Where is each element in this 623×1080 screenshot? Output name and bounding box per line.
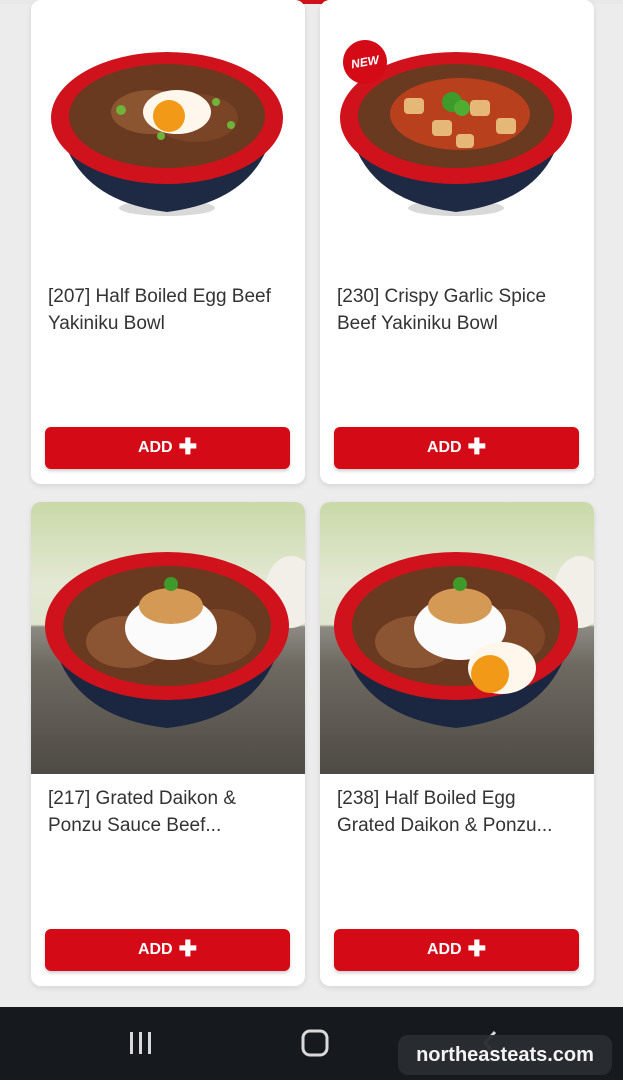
add-button-label: ADD <box>426 439 462 456</box>
add-button-label: ADD <box>137 439 173 456</box>
beef-bowl-image <box>51 52 283 216</box>
beef-bowl-image <box>45 552 305 728</box>
plus-icon: ✚ <box>467 936 487 961</box>
recent-apps-icon <box>130 1032 151 1054</box>
menu-item-title[interactable]: [207] Half Boiled Egg Beef Yakiniku Bowl <box>48 283 288 337</box>
add-button[interactable]: ADD ✚ <box>334 929 579 971</box>
menu-item-title[interactable]: [230] Crispy Garlic Spice Beef Yakiniku … <box>337 283 577 337</box>
watermark-label: northeasteats.com <box>398 1035 612 1075</box>
menu-item-card[interactable]: NEW [230] Crispy Garlic Spice Beef Yakin… <box>320 0 594 484</box>
menu-item-card[interactable]: [217] Grated Daikon & Ponzu Sauce Beef..… <box>31 502 305 986</box>
menu-item-image[interactable] <box>31 0 305 272</box>
menu-item-card[interactable]: [238] Half Boiled Egg Grated Daikon & Po… <box>320 502 594 986</box>
menu-item-title[interactable]: [238] Half Boiled Egg Grated Daikon & Po… <box>337 785 577 839</box>
add-button[interactable]: ADD ✚ <box>45 929 290 971</box>
menu-item-image[interactable] <box>31 502 305 774</box>
home-icon <box>301 1029 329 1057</box>
recent-apps-button[interactable] <box>118 1025 164 1061</box>
add-button[interactable]: ADD ✚ <box>45 427 290 469</box>
add-button[interactable]: ADD ✚ <box>334 427 579 469</box>
plus-icon: ✚ <box>178 936 198 961</box>
add-button-label: ADD <box>137 941 173 958</box>
plus-icon: ✚ <box>467 434 487 459</box>
beef-bowl-image <box>334 552 594 728</box>
home-button[interactable] <box>292 1025 338 1061</box>
menu-item-card[interactable]: [207] Half Boiled Egg Beef Yakiniku Bowl… <box>31 0 305 484</box>
add-button-label: ADD <box>426 941 462 958</box>
menu-item-image[interactable] <box>320 502 594 774</box>
menu-item-title[interactable]: [217] Grated Daikon & Ponzu Sauce Beef..… <box>48 785 288 839</box>
plus-icon: ✚ <box>178 434 198 459</box>
